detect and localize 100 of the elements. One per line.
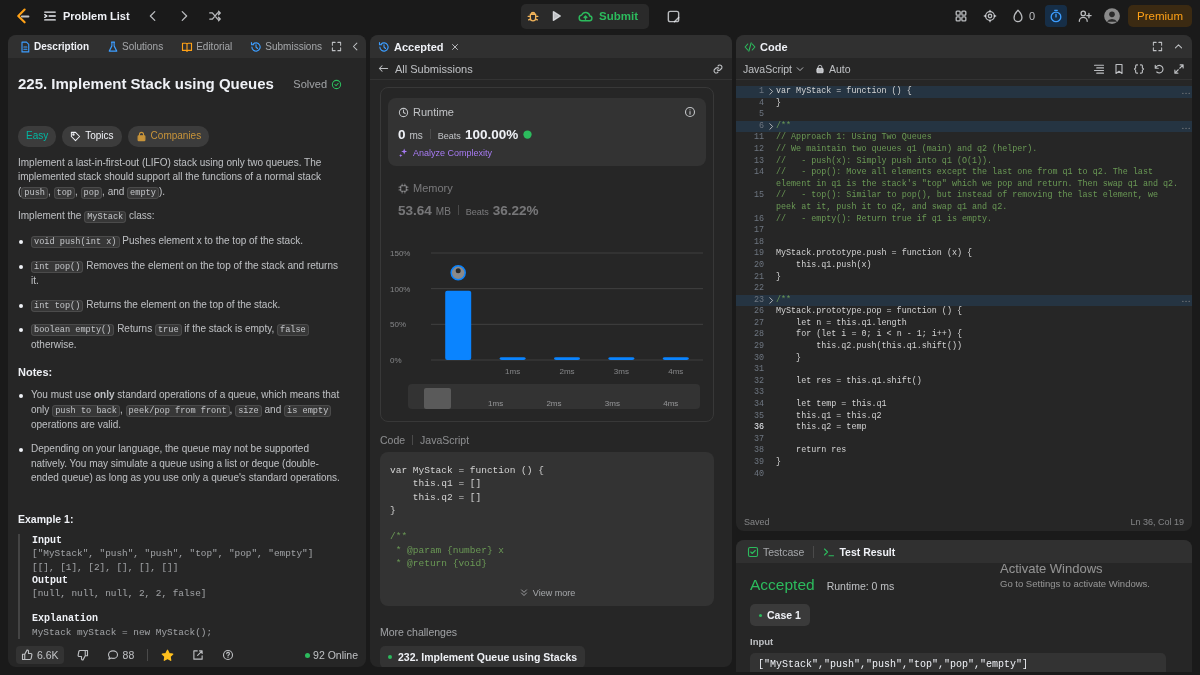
save-status: Saved xyxy=(744,516,770,527)
companies-tag[interactable]: Companies xyxy=(127,126,210,147)
bar[interactable] xyxy=(554,357,580,360)
braces-icon[interactable] xyxy=(1133,62,1145,75)
avatar-icon xyxy=(450,265,466,281)
axis-label: 2ms xyxy=(545,399,563,409)
paragraph: Implement a last-in-first-out (LIFO) stack using only two queues. The implemented stack should support all the functions of a normal stack ( push , top , pop , and empty ). xyxy=(18,155,323,201)
panel-tab[interactable]: Accepted xyxy=(378,40,444,53)
line-number: 31 xyxy=(752,364,764,376)
info-icon[interactable] xyxy=(684,106,696,118)
line-number: 4 xyxy=(757,97,764,110)
line-number: 1 xyxy=(757,86,764,98)
timer-icon xyxy=(1049,9,1063,23)
line-number: 34 xyxy=(752,399,764,411)
metric-label: Runtime xyxy=(413,106,454,118)
topics-tag[interactable]: Topics xyxy=(62,126,122,147)
language-dropdown[interactable]: JavaScript xyxy=(743,62,806,75)
share-icon xyxy=(192,649,205,661)
expand-icon[interactable] xyxy=(331,41,342,52)
code-line: let n = this.q1.length xyxy=(795,317,908,329)
back-arrow-icon xyxy=(378,63,389,74)
problem-title: 225. Implement Stack using Queues xyxy=(18,74,274,94)
line-number: 38 xyxy=(752,445,764,457)
list-item: boolean empty() Returns true if the stack is empty, false otherwise. xyxy=(18,322,342,353)
streak-counter[interactable]: 0 xyxy=(1007,6,1038,26)
code-line: /** xyxy=(776,294,793,306)
code-line: } xyxy=(776,97,783,110)
back-link[interactable]: All Submissions xyxy=(378,62,473,75)
range-handle[interactable] xyxy=(423,388,451,409)
metric-card[interactable]: Runtime 0 ms Beats 100.00% Analyze Complexity xyxy=(388,98,706,166)
format-icon[interactable] xyxy=(1093,62,1105,75)
panel-tab[interactable]: Description xyxy=(16,38,92,55)
axis-label: 1ms xyxy=(505,367,521,376)
tag-icon xyxy=(70,130,82,142)
panel-tab[interactable]: Testcase xyxy=(744,543,808,560)
chart-overview[interactable]: 1ms 2ms 3ms 4ms xyxy=(408,384,700,409)
example-value: [[], [1], [2], [], [], []] xyxy=(32,560,180,574)
collapse-icon[interactable] xyxy=(1173,41,1184,52)
panel-tab[interactable]: Submissions xyxy=(247,38,325,55)
list-item: int pop() Removes the element on the top of the stack and returns it. xyxy=(18,258,342,289)
line-number: 22 xyxy=(752,283,764,295)
checkbox-icon xyxy=(747,545,759,558)
line-number: 28 xyxy=(752,329,764,342)
analyze-link[interactable]: Analyze Complexity xyxy=(413,147,493,158)
flask-icon xyxy=(107,40,119,53)
help-icon xyxy=(222,649,235,661)
settings-icon xyxy=(982,9,997,23)
metric-value: 0 xyxy=(398,127,406,142)
code-line: MyStack.prototype.pop = function () { xyxy=(776,306,963,318)
code-line: // - empty(): Return true if q1 is empty. xyxy=(776,213,994,226)
line-number: 35 xyxy=(752,410,764,423)
code-line: * @param {number} x xyxy=(394,543,506,558)
line-number: 18 xyxy=(752,236,764,249)
line-number: 14 xyxy=(752,167,764,179)
close-icon[interactable] xyxy=(449,41,460,52)
add-user-icon xyxy=(1078,9,1092,23)
panel-tab[interactable]: Editorial xyxy=(178,38,236,55)
code-line: MyStack.prototype.push = function (x) { xyxy=(776,248,973,260)
link-icon[interactable] xyxy=(712,62,724,75)
verdict: Accepted xyxy=(750,576,815,594)
mode-label: Auto xyxy=(829,62,851,75)
code-line: this.q2 = [] xyxy=(411,490,483,504)
axis-label: 3ms xyxy=(603,399,621,409)
logo-icon[interactable] xyxy=(14,7,31,25)
timer-button[interactable] xyxy=(1045,5,1067,27)
lock-icon xyxy=(135,130,147,142)
panel-title: Code xyxy=(760,40,788,53)
code-line: for (let i = 0; i < n - 1; i++) { xyxy=(795,329,963,341)
list-item: void push(int x) Pushes element x to the top of the stack. xyxy=(18,233,342,250)
panel-tab[interactable]: Solutions xyxy=(104,38,167,55)
bar[interactable] xyxy=(662,357,689,360)
premium-button[interactable]: Premium xyxy=(1128,5,1192,27)
line-number: 12 xyxy=(752,143,764,156)
avatar-icon[interactable] xyxy=(1103,7,1121,25)
bookmark-icon[interactable] xyxy=(1113,62,1125,75)
line-number: 15 xyxy=(752,190,764,202)
bar[interactable] xyxy=(445,290,472,360)
bar[interactable] xyxy=(499,357,526,360)
example-value: [null, null, null, 2, 2, false] xyxy=(32,587,208,601)
case-tab[interactable]: Case 1 xyxy=(750,604,810,626)
view-more-button[interactable]: View more xyxy=(518,586,576,600)
reset-icon[interactable] xyxy=(1153,62,1165,75)
like-button[interactable]: 6.6K xyxy=(16,646,64,664)
beats-value: 100.00% xyxy=(464,127,519,142)
challenge-link[interactable]: 232. Implement Queue using Stacks xyxy=(380,645,586,667)
panel-tab[interactable]: Test Result xyxy=(820,543,899,560)
line-number: 20 xyxy=(752,259,764,272)
example-value: MyStack myStack = new MyStack(); xyxy=(32,625,214,639)
problem-list-button[interactable]: Problem List xyxy=(40,6,133,26)
code-line: // - pop(): Move all elements except the last one from q1 to q2. The last element in q1 is the stack's "top" which we pop and return. Then swap q1 and q2. xyxy=(776,167,1180,190)
shuffle-icon xyxy=(207,9,222,23)
line-number: 17 xyxy=(752,225,764,237)
expand-icon[interactable] xyxy=(1152,41,1163,52)
metric-card[interactable]: Memory 53.64 MB Beats 36.22% xyxy=(388,174,706,226)
section-heading: More challenges xyxy=(380,625,459,638)
flame-icon xyxy=(1010,9,1025,23)
line-number: 5 xyxy=(757,109,764,121)
comments-button[interactable]: 88 xyxy=(101,646,140,664)
bar[interactable] xyxy=(608,357,635,360)
fullscreen-icon[interactable] xyxy=(1173,62,1185,75)
